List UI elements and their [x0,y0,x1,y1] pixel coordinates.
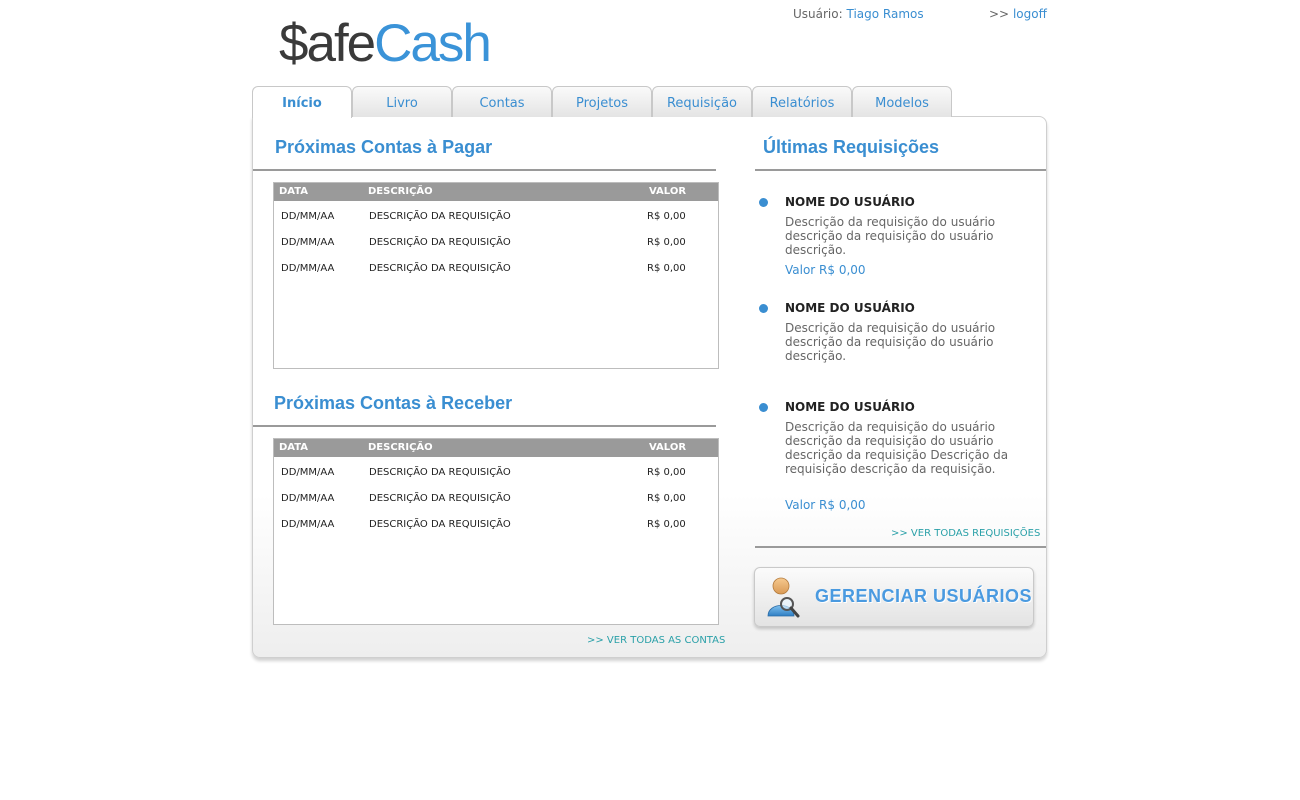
pagar-title: Próximas Contas à Pagar [275,137,493,157]
receber-title: Próximas Contas à Receber [274,393,513,413]
user-search-icon [767,577,800,618]
logoff-link[interactable]: logoff [1013,7,1047,21]
tab-modelos[interactable]: Modelos [852,86,952,117]
tab-requisicao[interactable]: Requisição [652,86,752,117]
logo-text-safe: $afe [279,14,376,73]
bullet-icon [759,304,768,313]
logo: $afe Cash [279,12,492,73]
receber-table: DATA DESCRIÇÃO VALOR DD/MM/AA DESCRIÇÃO … [273,438,719,625]
table-row[interactable]: DD/MM/AA DESCRIÇÃO DA REQUISIÇÃO R$ 0,00 [274,483,718,509]
list-item[interactable]: NOME DO USUÁRIO Descrição da requisição … [757,301,1027,371]
requisition-description: Descrição da requisição do usuário descr… [785,215,996,257]
cell-desc: DESCRIÇÃO DA REQUISIÇÃO [369,211,511,222]
tab-projetos[interactable]: Projetos [552,86,652,117]
col-header-data: DATA [279,442,309,453]
requisition-description: Descrição da requisição do usuário descr… [785,321,996,363]
bullet-icon [759,198,768,207]
tab-contas[interactable]: Contas [452,86,552,117]
requisition-value: Valor R$ 0,00 [785,263,866,277]
user-label: Usuário: [793,7,843,21]
see-all-accounts-link[interactable]: >> VER TODAS AS CONTAS [587,635,725,646]
requisicoes-divider [755,169,1046,171]
pagar-table: DATA DESCRIÇÃO VALOR DD/MM/AA DESCRIÇÃO … [273,182,719,369]
user-name[interactable]: Tiago Ramos [846,7,923,21]
requisicoes-bottom-divider [755,546,1046,548]
cell-date: DD/MM/AA [281,263,335,274]
cell-date: DD/MM/AA [281,493,335,504]
table-row[interactable]: DD/MM/AA DESCRIÇÃO DA REQUISIÇÃO R$ 0,00 [274,509,718,535]
cell-date: DD/MM/AA [281,467,335,478]
cell-desc: DESCRIÇÃO DA REQUISIÇÃO [369,493,511,504]
cell-date: DD/MM/AA [281,237,335,248]
col-header-valor: VALOR [649,442,687,453]
receber-table-header: DATA DESCRIÇÃO VALOR [274,439,718,457]
requisition-description: Descrição da requisição do usuário descr… [785,420,1009,476]
cell-date: DD/MM/AA [281,519,335,530]
logoff-prefix: >> [989,7,1010,21]
receber-divider [253,425,716,427]
table-row[interactable]: DD/MM/AA DESCRIÇÃO DA REQUISIÇÃO R$ 0,00 [274,201,718,227]
cell-value: R$ 0,00 [647,519,686,530]
cell-value: R$ 0,00 [647,467,686,478]
logo-text-cash: Cash [374,14,492,73]
cell-value: R$ 0,00 [647,211,686,222]
cell-date: DD/MM/AA [281,211,335,222]
cell-value: R$ 0,00 [647,237,686,248]
requisicoes-title: Últimas Requisições [763,137,940,157]
bullet-icon [759,403,768,412]
pagar-table-header: DATA DESCRIÇÃO VALOR [274,183,718,201]
pagar-divider [253,169,716,171]
cell-desc: DESCRIÇÃO DA REQUISIÇÃO [369,237,511,248]
requisition-user-name: NOME DO USUÁRIO [785,301,915,315]
list-item[interactable]: NOME DO USUÁRIO Descrição da requisição … [757,195,1027,280]
see-all-requisitions-link[interactable]: >> VER TODAS REQUISIÇÕES [891,528,1040,539]
logoff-area: >> logoff [989,7,1047,21]
cell-desc: DESCRIÇÃO DA REQUISIÇÃO [369,467,511,478]
tab-relatorios[interactable]: Relatórios [752,86,852,117]
user-info: Usuário: Tiago Ramos [793,7,924,21]
col-header-descricao: DESCRIÇÃO [368,442,433,453]
col-header-data: DATA [279,186,309,197]
requisition-value: Valor R$ 0,00 [785,498,866,512]
tab-livro[interactable]: Livro [352,86,452,117]
requisition-user-name: NOME DO USUÁRIO [785,195,915,209]
manage-users-label: GERENCIAR USUÁRIOS [815,586,1033,606]
table-row[interactable]: DD/MM/AA DESCRIÇÃO DA REQUISIÇÃO R$ 0,00 [274,227,718,253]
cell-desc: DESCRIÇÃO DA REQUISIÇÃO [369,263,511,274]
col-header-valor: VALOR [649,186,687,197]
table-row[interactable]: DD/MM/AA DESCRIÇÃO DA REQUISIÇÃO R$ 0,00 [274,457,718,483]
list-item[interactable]: NOME DO USUÁRIO Descrição da requisição … [757,400,1027,520]
table-row[interactable]: DD/MM/AA DESCRIÇÃO DA REQUISIÇÃO R$ 0,00 [274,253,718,279]
cell-value: R$ 0,00 [647,263,686,274]
cell-value: R$ 0,00 [647,493,686,504]
manage-users-button[interactable]: GERENCIAR USUÁRIOS [754,567,1034,627]
cell-desc: DESCRIÇÃO DA REQUISIÇÃO [369,519,511,530]
tab-inicio[interactable]: Início [252,86,352,118]
main-tabs: Início Livro Contas Projetos Requisição … [252,86,952,118]
requisition-user-name: NOME DO USUÁRIO [785,400,915,414]
col-header-descricao: DESCRIÇÃO [368,186,433,197]
